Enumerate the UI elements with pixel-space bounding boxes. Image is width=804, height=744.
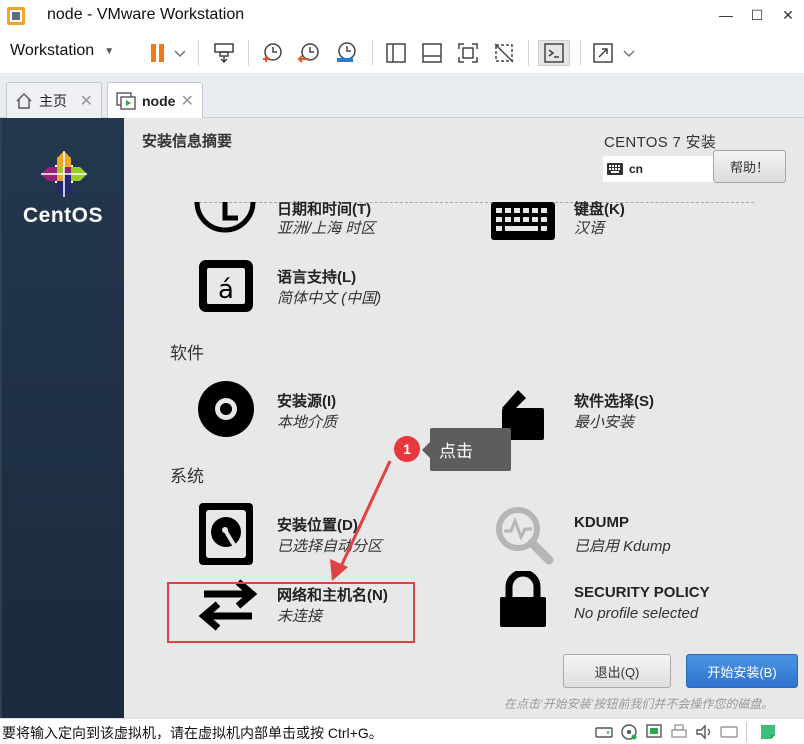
toolbar: Workstation ▼ [0,32,804,74]
product-title: CENTOS 7 安装 [604,134,717,151]
spoke-kdump-title: KDUMP [574,514,629,531]
tab-home[interactable]: 主页 ✕ [6,82,102,118]
sound-status-icon[interactable] [694,722,714,742]
chevron-down-icon: ▼ [104,45,115,57]
installer-sidebar: CentOS [2,118,124,718]
harddisk-status-icon[interactable] [594,722,614,742]
installation-footnote: 在点击‘开始安装’按钮前我们并不会操作您的磁盘。 [504,697,774,711]
spoke-language-status: 简体中文 (中国) [277,290,382,307]
centos-brand: CentOS [22,204,103,227]
unity-button[interactable] [490,40,518,66]
pause-icon [151,44,185,62]
keyboard-icon [491,202,555,240]
stretch-icon [593,43,635,63]
vmware-app-icon [7,7,25,25]
disc-icon [198,381,254,437]
clock-icon [194,201,256,233]
thumbnail-view-icon [422,43,442,63]
printer-status-icon[interactable] [669,722,689,742]
spoke-software-status: 最小安装 [574,414,635,431]
tab-node-label: node [142,92,176,109]
manage-snapshots-icon [337,42,356,62]
console-icon [544,43,564,63]
centos-logo-icon [41,151,87,197]
message-log-icon[interactable] [758,722,778,742]
snapshot-icon [263,43,282,62]
fullscreen-button[interactable] [454,40,482,66]
display-status-icon[interactable] [719,722,739,742]
revert-snapshot-button[interactable] [295,40,323,66]
spoke-source-status: 本地介质 [277,414,338,431]
fullscreen-icon [458,43,478,63]
status-message: 要将输入定向到该虚拟机，请在虚拟机内部单击或按 Ctrl+G。 [2,725,383,741]
help-button[interactable]: 帮助！ [713,150,786,183]
keyboard-layout-indicator[interactable]: cn [603,156,715,182]
tab-node[interactable]: node ✕ [107,82,203,118]
library-view-button[interactable] [382,40,410,66]
tab-strip: 主页 ✕ node ✕ [0,74,804,118]
kdump-search-icon [496,507,554,565]
library-view-icon [386,43,406,63]
minimize-button[interactable]: — [714,4,738,26]
quit-button[interactable]: 退出(Q) [563,654,671,688]
click-tooltip: 点击 [430,428,511,471]
snapshot-button[interactable] [258,40,286,66]
tab-node-close-icon[interactable]: ✕ [181,91,194,111]
send-keys-icon [214,43,234,64]
cd-status-icon[interactable] [619,722,639,742]
highlight-box [167,582,415,643]
close-button[interactable]: ✕ [776,4,800,26]
workstation-menu[interactable]: Workstation ▼ [10,42,114,60]
pause-button[interactable] [140,40,190,66]
revert-snapshot-icon [297,43,319,63]
page-title: 安装信息摘要 [142,133,233,150]
tab-home-close-icon[interactable]: ✕ [80,91,93,111]
keyboard-layout-value: cn [629,162,644,176]
language-icon: á [199,260,253,312]
spoke-security-title: SECURITY POLICY [574,584,710,601]
spoke-language-title: 语言支持(L) [277,269,357,286]
network-status-icon[interactable] [644,722,664,742]
keyboard-small-icon [607,163,623,175]
spoke-software-title: 软件选择(S) [574,393,654,410]
thumbnail-view-button[interactable] [418,40,446,66]
stretch-button[interactable] [590,40,638,66]
spoke-datetime-title: 日期和时间(T) [277,201,372,218]
lock-icon [500,571,546,627]
spoke-security-status: No profile selected [574,605,699,622]
step-badge: 1 [394,436,420,462]
home-icon [16,92,32,109]
annotation-arrow-icon [330,460,392,581]
tooltip-pointer [422,442,430,458]
vm-icon [116,91,136,110]
unity-icon [494,43,514,63]
svg-text:á: á [218,275,234,305]
window-title: node - VMware Workstation [47,6,245,23]
tab-home-label: 主页 [39,92,67,109]
spoke-keyboard-title: 键盘(K) [574,201,625,218]
harddisk-icon [199,503,253,565]
maximize-button[interactable]: ☐ [745,4,769,26]
status-bar: 要将输入定向到该虚拟机，请在虚拟机内部单击或按 Ctrl+G。 [0,718,804,744]
begin-installation-button[interactable]: 开始安装(B) [686,654,798,688]
spoke-keyboard-status: 汉语 [574,220,605,237]
send-keys-button[interactable] [210,40,238,66]
spoke-datetime-status: 亚洲/上海 时区 [277,220,376,237]
title-bar: node - VMware Workstation — ☐ ✕ [0,0,804,32]
console-view-button[interactable] [538,40,570,66]
spoke-kdump-status: 已启用 Kdump [574,538,671,555]
spoke-source-title: 安装源(I) [277,393,337,410]
manage-snapshots-button[interactable] [332,40,360,66]
workstation-menu-label: Workstation [10,42,95,59]
category-software: 软件 [170,344,204,363]
category-system: 系统 [170,467,204,486]
